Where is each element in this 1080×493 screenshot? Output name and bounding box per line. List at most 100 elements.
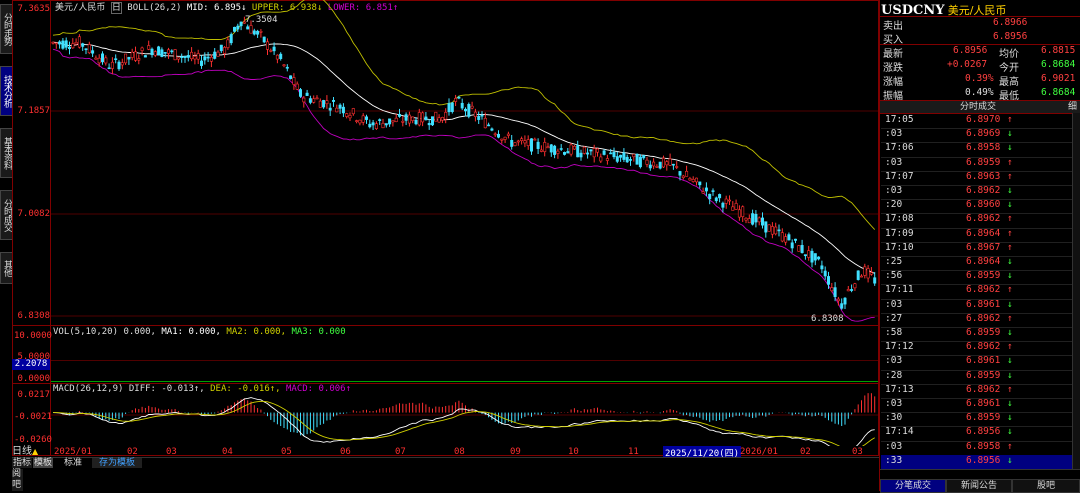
candle-body xyxy=(414,119,418,125)
candle-body xyxy=(74,42,78,45)
candle-body xyxy=(190,51,194,60)
period-bar-label: 日线 xyxy=(12,446,32,457)
tick-direction-icon: ↑ xyxy=(1007,312,1013,324)
candle-body xyxy=(744,217,748,221)
candle-body xyxy=(487,124,491,127)
standard-tab[interactable]: 标准 xyxy=(58,458,88,468)
tick-direction-icon: ↓ xyxy=(1007,199,1013,211)
volume-baseline xyxy=(51,381,878,382)
tick-time: :03 xyxy=(885,440,903,452)
candle-body xyxy=(747,218,751,224)
ticks-scrollbar[interactable] xyxy=(1072,113,1080,469)
candle-body xyxy=(500,138,504,141)
tick-direction-icon: ↑ xyxy=(1007,213,1013,225)
tick-row: :03 6.8962 ↓ xyxy=(881,185,1072,201)
candle-body xyxy=(823,270,827,277)
tick-price: 6.8967 xyxy=(966,241,1001,253)
candle-body xyxy=(322,100,326,108)
candle-body xyxy=(718,194,722,199)
candle-body xyxy=(843,297,847,305)
tick-row: 17:06 6.8958 ↓ xyxy=(881,142,1072,158)
caret-up-icon: ▲ xyxy=(32,447,39,456)
candle-body xyxy=(447,103,451,113)
macd-bars xyxy=(55,393,876,436)
candle-body xyxy=(685,171,689,177)
candle-body xyxy=(292,77,296,85)
candle-body xyxy=(704,187,708,192)
tick-time: :28 xyxy=(885,369,903,381)
candle-body xyxy=(167,49,171,54)
candle-body xyxy=(259,31,263,33)
macd-y-bottom: -0.0260 xyxy=(14,435,52,445)
candle-body xyxy=(708,193,712,200)
candle-body xyxy=(153,51,157,56)
side-tab-read[interactable]: 阅 xyxy=(12,469,23,480)
x-label: 2026/01 xyxy=(740,447,778,457)
ticks-detail-button[interactable]: 细 xyxy=(1068,101,1077,113)
quote-row-change: 涨跌 +0.0267 今开 6.8684 xyxy=(881,58,1080,74)
tick-price: 6.8962 xyxy=(966,312,1001,324)
period-selector[interactable]: 日线▲ xyxy=(12,446,50,457)
high-marker: 7.3504 xyxy=(245,15,278,25)
candle-body xyxy=(107,67,111,70)
candle-body xyxy=(850,289,854,291)
candle-body xyxy=(638,156,642,168)
price-chart[interactable]: 7.3504 6.8308 xyxy=(51,0,878,325)
indicator-tab[interactable]: 指标 xyxy=(12,458,32,468)
tick-price: 6.8962 xyxy=(966,383,1001,395)
candle-body xyxy=(539,149,543,152)
candle-body xyxy=(124,53,128,64)
candle-body xyxy=(820,265,824,270)
tick-time: :03 xyxy=(885,398,903,409)
macd-y-mid: -0.0021 xyxy=(14,412,52,422)
candle-body xyxy=(836,298,840,302)
candle-body xyxy=(226,39,230,48)
candle-body xyxy=(529,138,533,152)
side-tab-forum[interactable]: 吧 xyxy=(12,480,23,491)
candle-body xyxy=(223,47,227,54)
tick-direction-icon: ↓ xyxy=(1007,270,1013,282)
candle-body xyxy=(675,166,679,168)
candle-body xyxy=(213,51,217,59)
candle-body xyxy=(751,213,755,225)
candle-body xyxy=(516,140,520,143)
y-label-bottom: 6.8308 xyxy=(17,311,50,321)
macd-chart[interactable] xyxy=(51,384,878,446)
candle-body xyxy=(520,138,524,141)
tick-time: :33 xyxy=(885,454,903,466)
tick-row: 17:14 6.8956 ↓ xyxy=(881,426,1072,442)
candle-body xyxy=(599,156,603,162)
candle-body xyxy=(619,154,623,158)
candle-body xyxy=(315,97,319,100)
candle-body xyxy=(120,62,124,66)
candle-body xyxy=(622,152,626,160)
candle-body xyxy=(490,128,494,131)
candle-body xyxy=(81,43,85,47)
ticks-header: 分时成交 细 xyxy=(880,100,1080,114)
candle-body xyxy=(440,117,444,121)
tick-price: 6.8959 xyxy=(966,369,1001,381)
candle-body xyxy=(160,49,164,57)
macd-y-top: 0.0217 xyxy=(17,390,50,400)
candle-body xyxy=(371,122,375,126)
candle-body xyxy=(652,161,656,167)
template-tab[interactable]: 模板 xyxy=(33,458,53,468)
tick-price: 6.8956 xyxy=(966,454,1001,466)
candle-body xyxy=(137,58,141,61)
tick-row: 17:13 6.8962 ↑ xyxy=(881,384,1072,399)
candle-body xyxy=(193,56,197,60)
candle-body xyxy=(421,112,425,123)
tick-time: 17:13 xyxy=(885,383,914,395)
candle-body xyxy=(262,36,266,43)
candle-body xyxy=(233,26,237,32)
candle-body xyxy=(275,54,279,60)
candle-body xyxy=(206,56,210,59)
candle-body xyxy=(388,118,392,125)
candle-body xyxy=(655,166,659,168)
quote-row-pct: 涨幅 0.39% 最高 6.9021 xyxy=(881,72,1080,88)
candle-body xyxy=(318,100,322,108)
x-label: 02 xyxy=(800,447,811,457)
tick-time: 17:07 xyxy=(885,170,914,182)
candle-body xyxy=(741,206,745,217)
save-template-tab[interactable]: 存为模板 xyxy=(92,458,142,468)
